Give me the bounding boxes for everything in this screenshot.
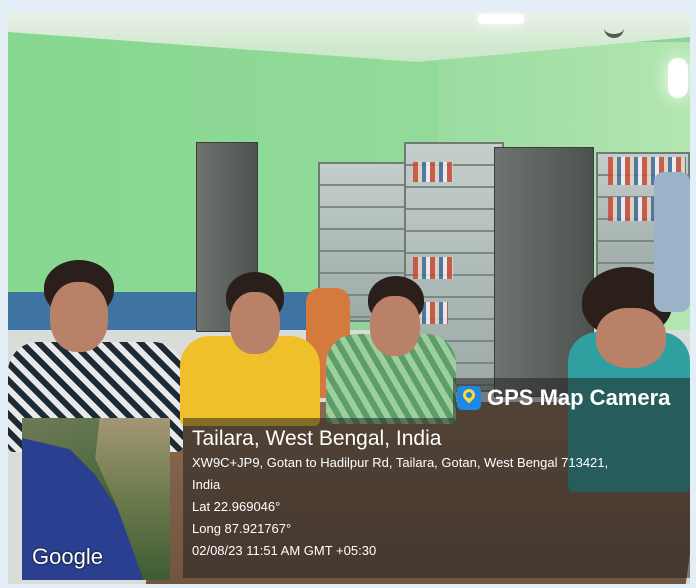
ceiling-fan xyxy=(604,18,624,38)
books xyxy=(413,162,453,182)
google-logo: Google xyxy=(32,544,103,569)
window-light xyxy=(668,58,688,98)
location-info: Tailara, West Bengal, India XW9C+JP9, Go… xyxy=(192,426,682,562)
address-line-1: XW9C+JP9, Gotan to Hadilpur Rd, Tailara,… xyxy=(192,455,609,470)
place-name: Tailara, West Bengal, India xyxy=(192,427,442,450)
datetime: 02/08/23 11:51 AM GMT +05:30 xyxy=(192,543,377,558)
address-line-2: India xyxy=(192,477,221,492)
map-thumbnail: Google xyxy=(22,418,170,580)
ceiling-light xyxy=(478,14,524,24)
longitude: Long 87.921767° xyxy=(192,521,292,536)
latitude: Lat 22.969046° xyxy=(192,499,281,514)
gps-camera-header: GPS Map Camera xyxy=(453,378,690,418)
books xyxy=(413,257,453,279)
map-pin-icon xyxy=(457,386,481,410)
app-name: GPS Map Camera xyxy=(487,385,671,410)
